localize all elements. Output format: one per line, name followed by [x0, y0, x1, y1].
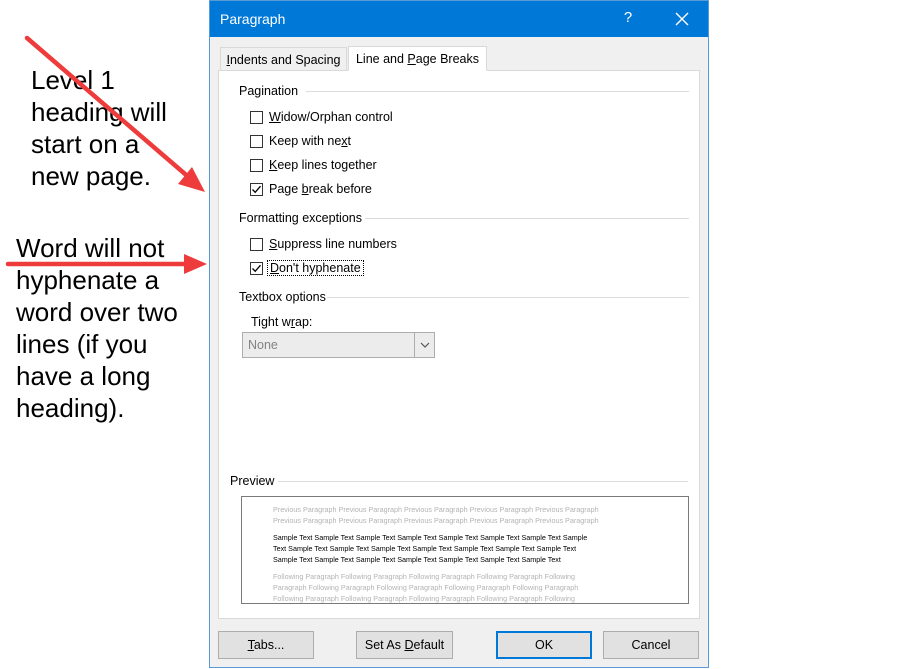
keep-lines-together-checkbox[interactable]: Keep lines together — [250, 156, 377, 174]
divider — [365, 218, 689, 219]
annotation-line: start on a — [31, 129, 140, 159]
annotation-line: hyphenate a — [16, 265, 160, 295]
divider — [327, 297, 689, 298]
preview-heading: Preview — [230, 474, 275, 488]
checkbox-box[interactable] — [250, 182, 263, 196]
annotation-line: have a long — [16, 361, 151, 391]
dialog-title: Paragraph — [220, 11, 286, 27]
checkmark-icon — [252, 185, 261, 193]
textbox-options-heading: Textbox options — [239, 290, 326, 304]
page-break-before-checkbox[interactable]: Page break before — [250, 180, 372, 198]
checkbox-box[interactable] — [250, 110, 263, 124]
tab-label-pre: Line and — [355, 52, 408, 66]
tight-wrap-label: Tight wrap: — [251, 315, 313, 329]
ok-button[interactable]: OK — [496, 631, 592, 659]
title-bar: Paragraph ? — [210, 1, 708, 37]
preview-sample-text: Sample Text Sample Text Sample Text Samp… — [273, 533, 588, 564]
preview-following-paragraph: Following Paragraph Following Paragraph … — [273, 572, 579, 603]
suppress-line-numbers-checkbox[interactable]: Suppress line numbers — [250, 235, 397, 253]
annotation-line: heading). — [16, 393, 125, 423]
checkbox-box[interactable] — [250, 237, 263, 251]
close-icon — [675, 12, 689, 26]
divider — [278, 481, 688, 482]
preview-previous-paragraph: Previous Paragraph Previous Paragraph Pr… — [273, 505, 599, 525]
tab-label: ndents and Spacing — [229, 53, 341, 67]
annotation-hyphenate: Word will not hyphenate a word over two … — [16, 232, 178, 424]
formatting-exceptions-heading: Formatting exceptions — [239, 211, 362, 225]
checkbox-label: Page break before — [269, 182, 372, 196]
tight-wrap-value: None — [248, 338, 278, 352]
tab-line-and-page-breaks[interactable]: Line and Page Breaks — [348, 46, 487, 71]
tab-label: age Breaks — [415, 52, 479, 66]
keep-with-next-checkbox[interactable]: Keep with next — [250, 132, 351, 150]
annotation-line: new page. — [31, 161, 151, 191]
cancel-button[interactable]: Cancel — [603, 631, 699, 659]
widow-orphan-control-checkbox[interactable]: Widow/Orphan control — [250, 108, 393, 126]
tabs-button[interactable]: Tabs... — [218, 631, 314, 659]
annotation-line: Word will not — [16, 233, 165, 263]
checkbox-label: Keep lines together — [269, 158, 377, 172]
checkbox-label: Keep with next — [269, 134, 352, 148]
pagination-heading: Pagination — [239, 84, 299, 98]
checkmark-icon — [252, 264, 261, 272]
chevron-down-icon — [420, 342, 429, 348]
checkbox-label: Widow/Orphan control — [269, 110, 393, 124]
checkbox-box[interactable] — [250, 134, 263, 148]
checkbox-label: Don't hyphenate — [267, 260, 364, 276]
paragraph-dialog: Paragraph ? Indents and Spacing Line and… — [209, 0, 709, 668]
checkbox-box[interactable] — [250, 158, 263, 172]
dont-hyphenate-checkbox[interactable]: Don't hyphenate — [250, 259, 364, 277]
annotation-level1-heading: Level 1 heading will start on a new page… — [31, 64, 167, 192]
annotation-line: word over two — [16, 297, 178, 327]
help-button[interactable]: ? — [618, 9, 638, 29]
set-as-default-button[interactable]: Set As Default — [356, 631, 453, 659]
annotation-line: Level 1 — [31, 65, 115, 95]
tight-wrap-select[interactable]: None — [242, 332, 435, 358]
divider — [306, 91, 689, 92]
annotation-line: heading will — [31, 97, 167, 127]
annotation-line: lines (if you — [16, 329, 148, 359]
close-button[interactable] — [672, 9, 692, 29]
preview-box: Previous Paragraph Previous Paragraph Pr… — [241, 496, 689, 604]
dropdown-button[interactable] — [414, 333, 434, 357]
tab-indents-and-spacing[interactable]: Indents and Spacing — [220, 47, 347, 71]
tab-mnemonic: P — [407, 52, 416, 66]
checkbox-box[interactable] — [250, 261, 263, 275]
checkbox-label: Suppress line numbers — [269, 237, 397, 251]
